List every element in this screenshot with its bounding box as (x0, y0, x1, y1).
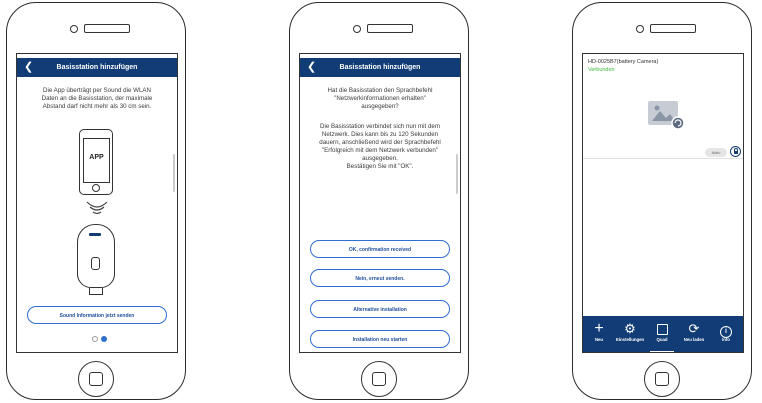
screen-3: HD-0025B7(battery Camera) Verbunden Akti… (582, 53, 744, 353)
earpiece-speaker (650, 24, 696, 33)
bottom-tab-bar: + Neu ⚙ Einstellungen Quad ⟳ Neu laden i… (583, 316, 743, 352)
camera-name: HD-0025B7(battery Camera) (588, 59, 659, 65)
instruction-text: Die App überträgt per Sound die WLAN Dat… (41, 87, 153, 110)
screen-2: ❮ Basisstation hinzufügen Hat die Basiss… (299, 53, 461, 353)
active-tab-indicator (650, 350, 674, 352)
send-sound-button[interactable]: Sound Information jetzt senden (27, 306, 167, 324)
alternative-installation-button[interactable]: Alternative installation (310, 300, 450, 318)
header-title: Basisstation hinzufügen (56, 64, 138, 71)
front-camera (636, 25, 644, 33)
sound-wave-icon (86, 201, 108, 215)
home-button[interactable] (644, 361, 680, 397)
earpiece-speaker (84, 24, 130, 33)
tab-settings[interactable]: ⚙ Einstellungen (616, 320, 644, 350)
page-dot-2-active[interactable] (101, 336, 107, 342)
page-dot-1[interactable] (92, 336, 98, 342)
info-icon: i (712, 320, 740, 338)
front-camera (353, 25, 361, 33)
header-title: Basisstation hinzufügen (339, 64, 421, 71)
restart-installation-button[interactable]: Installation neu starten (310, 330, 450, 348)
lock-icon[interactable] (730, 146, 741, 157)
screen-1: ❮ Basisstation hinzufügen Die App übertr… (16, 53, 178, 353)
camera-thumbnail[interactable] (647, 99, 687, 131)
phone-frame-1: ❮ Basisstation hinzufügen Die App übertr… (6, 2, 186, 400)
ok-confirmation-button[interactable]: OK, confirmation received (310, 240, 450, 258)
tab-new[interactable]: + Neu (585, 320, 613, 350)
active-toggle[interactable]: Aktiv (705, 148, 727, 157)
plus-icon: + (594, 320, 604, 337)
home-button[interactable] (361, 361, 397, 397)
refresh-icon: ⟳ (688, 321, 700, 336)
header-bar: ❮ Basisstation hinzufügen (300, 58, 460, 77)
connection-status: Verbunden (588, 67, 615, 73)
tab-reload[interactable]: ⟳ Neu laden (680, 320, 708, 350)
divider (583, 158, 743, 159)
phone-frame-3: HD-0025B7(battery Camera) Verbunden Akti… (572, 2, 752, 400)
scrollbar[interactable] (456, 154, 458, 194)
back-chevron-icon[interactable]: ❮ (307, 58, 316, 77)
scrollbar[interactable] (173, 154, 175, 192)
gear-icon: ⚙ (624, 321, 636, 336)
image-placeholder-icon (648, 101, 685, 130)
back-chevron-icon[interactable]: ❮ (24, 58, 33, 77)
smartphone-illustration: APP (79, 129, 113, 195)
base-station-illustration (77, 224, 115, 288)
header-bar: ❮ Basisstation hinzufügen (17, 58, 177, 77)
phone-frame-2: ❮ Basisstation hinzufügen Hat die Basiss… (289, 2, 469, 400)
earpiece-speaker (367, 24, 413, 33)
resend-button[interactable]: Nein, erneut senden. (310, 269, 450, 287)
question-text: Hat die Basisstation den Sprachbefehl "N… (327, 87, 433, 110)
tab-info[interactable]: i Info (712, 320, 740, 350)
quad-view-icon (648, 320, 676, 337)
front-camera (70, 25, 78, 33)
base-station-plug (89, 288, 103, 295)
app-label: APP (89, 154, 104, 161)
tab-quad[interactable]: Quad (648, 320, 676, 352)
home-button[interactable] (78, 361, 114, 397)
info-text: Die Basisstation verbindet sich nun mit … (319, 123, 441, 170)
